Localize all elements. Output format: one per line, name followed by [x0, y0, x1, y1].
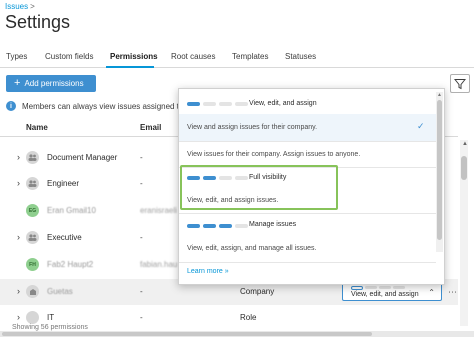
- column-header-name[interactable]: Name: [26, 123, 48, 132]
- dropdown-divider: [179, 262, 436, 263]
- table-scrollbar[interactable]: [460, 140, 468, 326]
- tab-root-causes[interactable]: Root causes: [171, 52, 215, 61]
- permissions-count: Showing 56 permissions: [12, 324, 88, 331]
- row-email: -: [140, 287, 143, 296]
- tab-types[interactable]: Types: [6, 52, 27, 61]
- tab-statuses[interactable]: Statuses: [285, 52, 316, 61]
- more-options-icon[interactable]: ⋯: [448, 287, 457, 298]
- learn-more-link[interactable]: Learn more »: [187, 268, 229, 275]
- add-permissions-button[interactable]: + Add permissions: [6, 75, 96, 92]
- row-email: -: [140, 233, 143, 242]
- row-email: fabian.hau: [140, 260, 178, 269]
- row-email: -: [140, 179, 143, 188]
- filter-icon: [454, 78, 466, 89]
- chevron-up-icon: ⌃: [428, 288, 435, 297]
- focus-highlight: [180, 165, 338, 210]
- info-text: Members can always view issues assigned …: [22, 101, 193, 111]
- row-email: eranisraeli: [140, 206, 177, 215]
- scroll-up-icon[interactable]: ▲: [462, 141, 468, 147]
- active-tab-indicator: [106, 66, 154, 68]
- chevron-right-icon[interactable]: ›: [17, 286, 20, 296]
- column-header-email[interactable]: Email: [140, 123, 161, 132]
- row-email: -: [140, 153, 143, 162]
- row-name: Fab2 Haupt2: [47, 260, 94, 269]
- check-icon: ✓: [417, 121, 425, 131]
- option-description: View issues for their company. Assign is…: [187, 151, 361, 158]
- horizontal-scrollbar[interactable]: [0, 331, 474, 337]
- group-icon: [26, 311, 39, 324]
- tab-permissions[interactable]: Permissions: [110, 52, 158, 61]
- row-name: Document Manager: [47, 153, 118, 162]
- row-name: IT: [47, 313, 55, 322]
- row-email: -: [140, 313, 143, 322]
- permission-level-select[interactable]: View, edit, and assign ⌃: [342, 283, 442, 301]
- scrollbar-thumb[interactable]: [461, 156, 467, 180]
- permission-level-indicator: [187, 102, 248, 106]
- scroll-up-icon[interactable]: ▲: [437, 92, 442, 98]
- company-icon: [26, 285, 39, 298]
- row-name: Eran Gmail10: [47, 206, 96, 215]
- row-name: Guetas: [47, 287, 73, 296]
- row-name: Engineer: [47, 179, 80, 188]
- group-icon: [26, 177, 39, 190]
- chevron-right-icon[interactable]: ›: [17, 178, 20, 188]
- avatar: EG: [26, 204, 39, 217]
- dropdown-divider: [179, 213, 436, 214]
- group-icon: [26, 231, 39, 244]
- breadcrumb-issues-link[interactable]: Issues: [5, 2, 28, 11]
- permission-level-value: View, edit, and assign: [351, 291, 419, 298]
- permission-level-indicator: [187, 224, 248, 228]
- filter-button[interactable]: [450, 74, 470, 93]
- page-title: Settings: [5, 12, 71, 32]
- tab-custom-fields[interactable]: Custom fields: [45, 52, 93, 61]
- row-name: Executive: [47, 233, 82, 242]
- scrollbar-thumb[interactable]: [2, 332, 372, 336]
- chevron-right-icon[interactable]: ›: [17, 312, 20, 322]
- tab-templates[interactable]: Templates: [232, 52, 268, 61]
- breadcrumb: Issues >: [5, 2, 35, 11]
- chevron-right-icon[interactable]: ›: [17, 232, 20, 242]
- plus-icon: +: [14, 77, 21, 89]
- info-message: i Members can always view issues assigne…: [6, 101, 192, 111]
- row-role: Company: [240, 287, 275, 296]
- tab-bar: Types Custom fields Permissions Root cau…: [0, 48, 474, 68]
- option-description: View and assign issues for their company…: [187, 124, 318, 131]
- option-title: View, edit, and assign: [249, 100, 317, 107]
- avatar: FH: [26, 258, 39, 271]
- option-title: Manage issues: [249, 221, 297, 228]
- option-description: View, edit, assign, and manage all issue…: [187, 245, 317, 252]
- add-permissions-label: Add permissions: [24, 79, 84, 88]
- chevron-right-icon[interactable]: ›: [17, 152, 20, 162]
- group-icon: [26, 151, 39, 164]
- dropdown-divider: [179, 141, 436, 142]
- info-icon: i: [6, 101, 16, 111]
- dropdown-scrollbar[interactable]: ▲: [436, 92, 443, 252]
- chevron-right-icon: >: [30, 2, 35, 11]
- permission-level-indicator: [351, 286, 405, 290]
- row-role: Role: [240, 313, 257, 322]
- scrollbar-thumb[interactable]: [437, 100, 442, 240]
